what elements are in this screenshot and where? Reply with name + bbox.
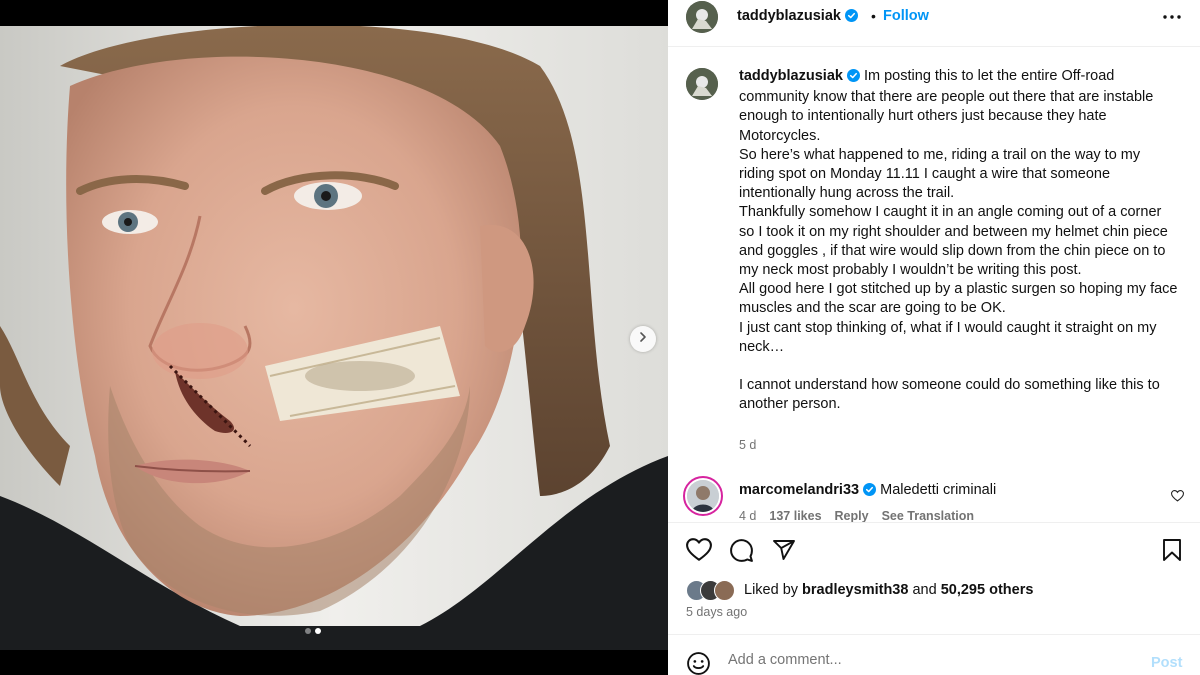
comment-box-divider	[668, 634, 1200, 635]
comment-like-heart-icon[interactable]	[1170, 489, 1185, 507]
emoji-icon[interactable]	[686, 651, 711, 675]
author-username[interactable]: taddyblazusiak	[737, 8, 858, 26]
commenter-avatar[interactable]	[683, 476, 723, 516]
heart-icon[interactable]	[686, 538, 712, 567]
comment-meta: 4 d 137 likes Reply See Translation	[739, 509, 974, 523]
comment-timestamp[interactable]: 4 d	[739, 509, 756, 523]
add-comment-bar: Post	[668, 643, 1200, 675]
send-icon[interactable]	[772, 538, 796, 567]
caption-author-avatar[interactable]	[686, 68, 718, 100]
likes-prefix: Liked by	[744, 582, 799, 598]
likes-others[interactable]: 50,295 others	[941, 582, 1034, 598]
liker-avatar	[714, 580, 735, 601]
comment-icon[interactable]	[729, 538, 754, 568]
post-media	[0, 0, 668, 675]
header-divider	[668, 46, 1200, 47]
verified-badge-icon	[846, 69, 860, 88]
add-comment-input[interactable]	[728, 652, 1128, 668]
more-horizontal-icon[interactable]	[1162, 9, 1182, 30]
comment-text: Maledetti criminali	[880, 482, 997, 498]
carousel-next-button[interactable]	[630, 326, 656, 352]
see-translation-button[interactable]: See Translation	[882, 509, 974, 523]
likers-avatars[interactable]	[686, 580, 735, 601]
actions-divider	[668, 522, 1200, 523]
comment-reply-button[interactable]: Reply	[835, 509, 869, 523]
carousel-dot-active	[315, 628, 321, 634]
verified-badge-icon	[844, 9, 858, 26]
post-comment-button[interactable]: Post	[1151, 655, 1182, 671]
post-header: taddyblazusiak • Follow	[668, 0, 1200, 35]
comment-item: marcomelandri33 Maledetti criminali	[739, 482, 996, 500]
liker-username[interactable]: bradleysmith38	[802, 582, 908, 598]
caption-username[interactable]: taddyblazusiak	[739, 68, 843, 84]
chevron-right-icon	[637, 330, 649, 348]
header-separator: •	[871, 8, 876, 24]
likes-and: and	[912, 582, 937, 598]
likes-summary: Liked by bradleysmith38 and 50,295 other…	[744, 582, 1033, 598]
post-panel: taddyblazusiak • Follow taddyblazusiak I…	[668, 0, 1200, 675]
caption-text: Im posting this to let the entire Off-ro…	[739, 68, 1178, 413]
carousel-indicator	[305, 628, 321, 634]
comment-likes[interactable]: 137 likes	[769, 509, 821, 523]
author-username-text[interactable]: taddyblazusiak	[737, 8, 841, 24]
post-caption: taddyblazusiak Im posting this to let th…	[739, 67, 1179, 415]
carousel-dot	[305, 628, 311, 634]
post-date[interactable]: 5 days ago	[686, 605, 747, 619]
commenter-username[interactable]: marcomelandri33	[739, 482, 859, 498]
caption-timestamp[interactable]: 5 d	[739, 438, 756, 452]
verified-badge-icon	[863, 483, 877, 500]
follow-button[interactable]: Follow	[883, 8, 929, 24]
author-avatar[interactable]	[686, 1, 718, 33]
post-photo[interactable]	[0, 26, 668, 650]
action-bar	[668, 538, 1200, 564]
bookmark-icon[interactable]	[1161, 538, 1183, 567]
